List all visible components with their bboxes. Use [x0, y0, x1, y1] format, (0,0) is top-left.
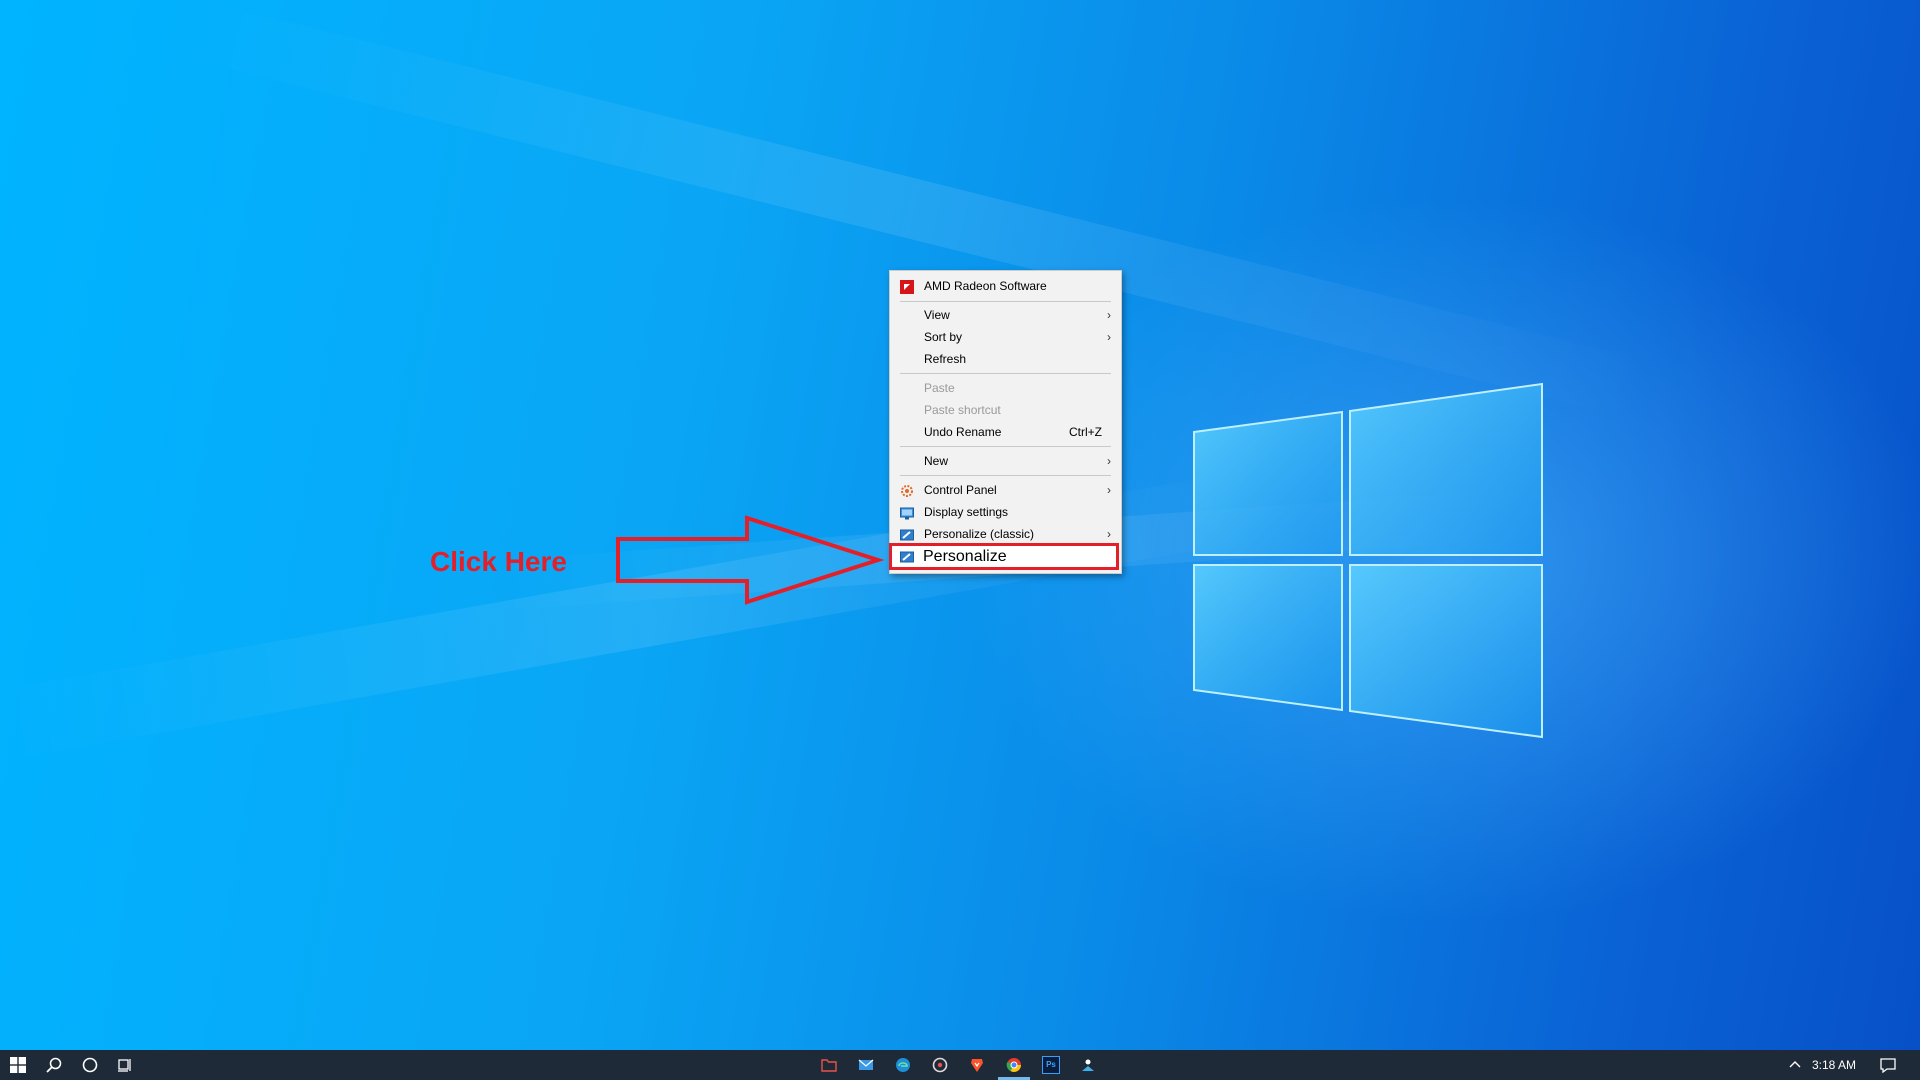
- menu-item-paste: Paste: [890, 377, 1121, 399]
- menu-separator: [900, 475, 1111, 476]
- show-hidden-icons-icon[interactable]: [1785, 1055, 1805, 1075]
- menu-item-label: Personalize: [923, 548, 1007, 565]
- menu-item-label: View: [924, 308, 950, 322]
- amd-radeon-icon: [900, 279, 914, 294]
- menu-item-personalize[interactable]: Personalize: [889, 543, 1119, 570]
- menu-item-label: Paste shortcut: [924, 403, 1001, 417]
- menu-item-new[interactable]: New ›: [890, 450, 1121, 472]
- menu-item-control-panel[interactable]: Control Panel ›: [890, 479, 1121, 501]
- taskbar: Ps 3:18 AM: [0, 1050, 1920, 1080]
- photoshop-label: Ps: [1042, 1056, 1060, 1074]
- submenu-arrow-icon: ›: [1107, 483, 1111, 497]
- click-here-callout: Click Here: [430, 546, 567, 577]
- menu-item-label: New: [924, 454, 949, 468]
- chrome-icon[interactable]: [1004, 1055, 1024, 1075]
- menu-item-view[interactable]: View ›: [890, 304, 1121, 326]
- personalize-classic-icon: [900, 527, 914, 541]
- media-player-icon[interactable]: [930, 1055, 950, 1075]
- edge-icon[interactable]: [893, 1055, 913, 1075]
- submenu-arrow-icon: ›: [1107, 330, 1111, 344]
- menu-item-shortcut: Ctrl+Z: [1069, 425, 1102, 439]
- menu-separator: [900, 446, 1111, 447]
- personalize-icon: [900, 549, 914, 563]
- menu-item-sort-by[interactable]: Sort by ›: [890, 326, 1121, 348]
- task-view-icon[interactable]: [115, 1055, 135, 1075]
- start-icon[interactable]: [8, 1055, 28, 1075]
- menu-item-label: Control Panel: [924, 483, 997, 497]
- cortana-icon[interactable]: [80, 1055, 100, 1075]
- menu-item-personalize-classic[interactable]: Personalize (classic) ›: [890, 523, 1121, 545]
- control-panel-icon: [900, 483, 914, 497]
- taskbar-clock[interactable]: 3:18 AM: [1812, 1050, 1856, 1080]
- photoshop-icon[interactable]: Ps: [1041, 1055, 1061, 1075]
- windows-logo: [1193, 382, 1543, 739]
- mail-icon[interactable]: [856, 1055, 876, 1075]
- callout-arrow-icon: [616, 515, 885, 605]
- menu-item-label: Paste: [924, 381, 955, 395]
- file-explorer-icon[interactable]: [819, 1055, 839, 1075]
- menu-item-undo-rename[interactable]: Undo Rename Ctrl+Z: [890, 421, 1121, 443]
- menu-item-refresh[interactable]: Refresh: [890, 348, 1121, 370]
- menu-item-label: Personalize (classic): [924, 527, 1035, 541]
- menu-item-display-settings[interactable]: Display settings: [890, 501, 1121, 523]
- menu-separator: [900, 373, 1111, 374]
- menu-item-paste-shortcut: Paste shortcut: [890, 399, 1121, 421]
- menu-separator: [900, 301, 1111, 302]
- menu-item-label: Refresh: [924, 352, 967, 366]
- personalize-row: Personalize: [892, 546, 1123, 567]
- app-icon[interactable]: [1078, 1055, 1098, 1075]
- menu-item-label: Undo Rename: [924, 425, 1002, 439]
- action-center-icon[interactable]: [1878, 1055, 1898, 1075]
- menu-item-label: Sort by: [924, 330, 963, 344]
- display-settings-icon: [900, 505, 914, 520]
- brave-icon[interactable]: [967, 1055, 987, 1075]
- submenu-arrow-icon: ›: [1107, 527, 1111, 541]
- menu-item-label: AMD Radeon Software: [924, 279, 1047, 293]
- submenu-arrow-icon: ›: [1107, 308, 1111, 322]
- menu-item-amd-radeon-software[interactable]: AMD Radeon Software: [890, 275, 1121, 297]
- desktop-context-menu: AMD Radeon Software View › Sort by › Ref…: [889, 270, 1122, 574]
- submenu-arrow-icon: ›: [1107, 454, 1111, 468]
- menu-item-label: Display settings: [924, 505, 1009, 519]
- search-icon[interactable]: [44, 1055, 64, 1075]
